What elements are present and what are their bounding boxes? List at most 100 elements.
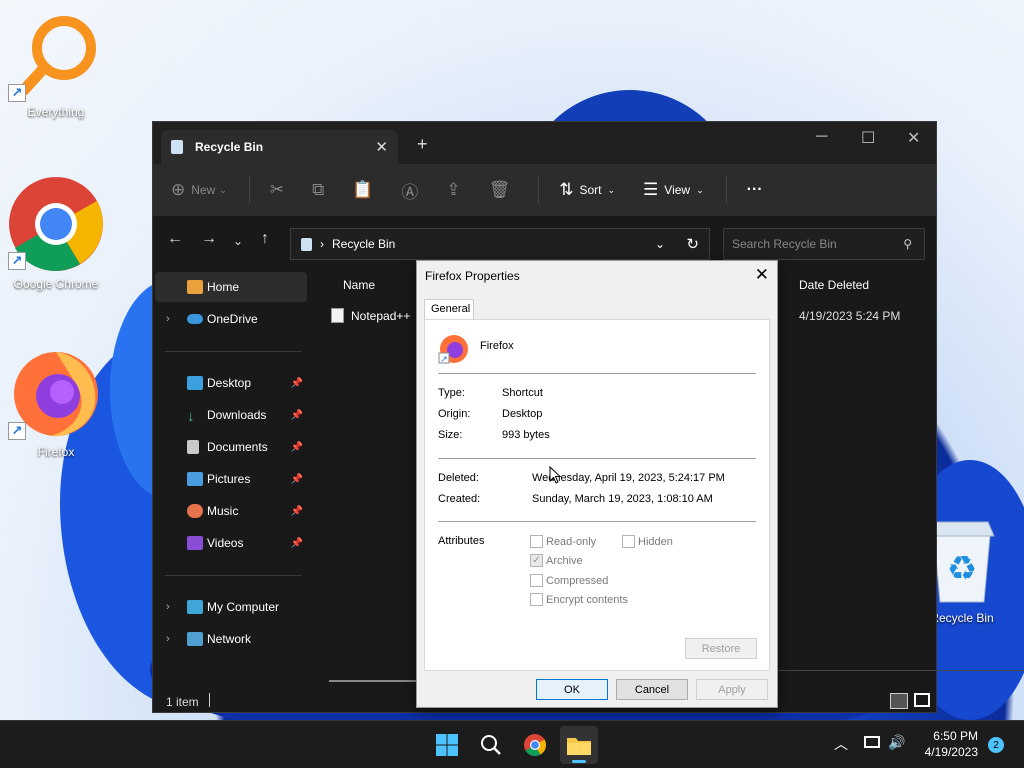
close-tab-icon[interactable]: ✕ <box>375 138 388 156</box>
pin-icon[interactable]: 📌 <box>291 442 303 453</box>
shortcut-arrow-icon: ↗ <box>8 252 26 270</box>
search-button[interactable] <box>477 731 505 759</box>
windows-logo-icon <box>436 734 458 756</box>
sidebar-item-pictures[interactable]: Pictures 📌 <box>155 464 307 494</box>
file-name: Notepad++ <box>351 309 411 323</box>
sort-button[interactable]: ⇅ Sort ⌄ <box>559 180 615 200</box>
notepad-file-icon <box>331 308 344 323</box>
origin-value: Desktop <box>502 408 543 420</box>
pin-icon[interactable]: 📌 <box>291 538 303 549</box>
new-tab-button[interactable]: + <box>417 134 428 155</box>
share-button[interactable]: ⇪ <box>446 180 466 200</box>
start-button[interactable] <box>433 731 461 759</box>
more-options-button[interactable]: ··· <box>747 181 763 199</box>
sidebar-item-my-computer[interactable]: › My Computer <box>155 592 307 622</box>
origin-label: Origin: <box>438 408 471 420</box>
up-arrow-icon[interactable]: ↑ <box>261 230 269 248</box>
chevron-right-icon[interactable]: › <box>166 633 170 645</box>
ok-button[interactable]: OK <box>536 679 608 700</box>
column-header-name[interactable]: Name <box>343 278 375 292</box>
sort-button-label: Sort <box>579 183 602 197</box>
cloud-icon <box>187 314 203 324</box>
checkbox-label: Compressed <box>546 574 609 587</box>
paste-button[interactable]: 📋 <box>352 180 379 200</box>
tab-general[interactable]: General <box>424 299 474 320</box>
cancel-button[interactable]: Cancel <box>616 679 688 700</box>
pin-icon[interactable]: 📌 <box>291 474 303 485</box>
type-value: Shortcut <box>502 387 543 399</box>
svg-text:♻: ♻ <box>947 549 977 589</box>
check-icon: ✓ <box>530 554 543 567</box>
readonly-checkbox[interactable]: Read-only <box>530 535 596 548</box>
network-icon <box>187 632 203 646</box>
chevron-right-icon[interactable]: › <box>166 313 170 325</box>
desktop-icon-everything[interactable]: ↗ Everything <box>6 10 106 119</box>
size-value: 993 bytes <box>502 429 550 441</box>
rename-icon: Ⓐ <box>401 182 419 202</box>
network-tray-icon[interactable] <box>864 736 880 748</box>
properties-dialog: Firefox Properties ✕ General ↗ Firefox T… <box>416 260 778 708</box>
created-value: Sunday, March 19, 2023, 1:08:10 AM <box>532 493 713 505</box>
search-input[interactable]: Search Recycle Bin ⚲ <box>723 228 925 260</box>
encrypt-checkbox[interactable]: Encrypt contents <box>530 593 628 606</box>
close-icon[interactable]: ✕ <box>755 265 769 285</box>
apply-button[interactable]: Apply <box>696 679 768 700</box>
recent-locations-chevron-icon[interactable]: ⌄ <box>233 234 243 248</box>
minimize-button[interactable]: ─ <box>816 128 827 146</box>
sidebar-item-documents[interactable]: Documents 📌 <box>155 432 307 462</box>
column-header-date-deleted[interactable]: Date Deleted <box>799 278 869 292</box>
toolbar-divider <box>725 176 727 204</box>
desktop-icon-label: Google Chrome <box>13 277 99 291</box>
breadcrumb[interactable]: Recycle Bin <box>332 237 395 251</box>
back-arrow-icon[interactable]: ← <box>167 230 183 248</box>
taskbar-file-explorer-button[interactable] <box>560 726 598 764</box>
active-indicator <box>572 760 586 763</box>
desktop-icon-label: Everything <box>27 105 85 119</box>
details-view-icon[interactable] <box>890 693 908 709</box>
shortcut-arrow-icon: ↗ <box>8 422 26 440</box>
forward-arrow-icon[interactable]: → <box>201 230 217 248</box>
tiles-view-icon[interactable] <box>914 693 930 707</box>
notification-badge[interactable]: 2 <box>988 737 1004 753</box>
sidebar-item-downloads[interactable]: ↓ Downloads 📌 <box>155 400 307 430</box>
tab-recycle-bin[interactable]: Recycle Bin ✕ <box>161 130 398 164</box>
desktop-icon-chrome[interactable]: ↗ Google Chrome <box>6 176 106 291</box>
show-hidden-icons-chevron[interactable]: ︿ <box>834 734 848 754</box>
sidebar-item-network[interactable]: › Network <box>155 624 307 654</box>
delete-button[interactable]: 🗑 <box>489 180 517 200</box>
view-button[interactable]: ☰ View ⌄ <box>643 180 704 200</box>
home-icon <box>187 280 203 294</box>
pin-icon[interactable]: 📌 <box>291 378 303 389</box>
sidebar-item-onedrive[interactable]: › OneDrive <box>155 304 307 334</box>
rename-button[interactable]: Ⓐ <box>401 178 424 203</box>
close-window-button[interactable]: ✕ <box>907 128 920 148</box>
pin-icon[interactable]: 📌 <box>291 506 303 517</box>
volume-icon[interactable]: 🔊 <box>888 734 905 751</box>
sidebar-item-music[interactable]: Music 📌 <box>155 496 307 526</box>
cut-button[interactable]: ✂ <box>270 180 290 200</box>
system-clock[interactable]: 6:50 PM 4/19/2023 <box>925 728 978 760</box>
horizontal-scrollbar[interactable] <box>329 680 419 682</box>
chevron-down-icon: ⌄ <box>696 184 704 195</box>
size-label: Size: <box>438 429 463 441</box>
sidebar-item-home[interactable]: Home <box>155 272 307 302</box>
address-dropdown-icon[interactable]: ⌄ <box>655 237 665 251</box>
restore-button[interactable]: Restore <box>685 638 757 659</box>
music-icon <box>187 504 203 518</box>
sidebar-item-videos[interactable]: Videos 📌 <box>155 528 307 558</box>
chevron-down-icon: ⌄ <box>219 184 227 195</box>
maximize-button[interactable]: ☐ <box>861 128 875 148</box>
chevron-right-icon[interactable]: › <box>166 601 170 613</box>
archive-checkbox[interactable]: ✓ Archive <box>530 554 583 567</box>
desktop-icon-firefox[interactable]: ↗ Firefox <box>6 346 106 459</box>
new-button[interactable]: ⊕ New ⌄ <box>171 180 227 200</box>
sidebar-item-desktop[interactable]: Desktop 📌 <box>155 368 307 398</box>
address-bar[interactable]: › Recycle Bin ⌄ ↻ <box>290 228 710 260</box>
pin-icon[interactable]: 📌 <box>291 410 303 421</box>
tab-title: Recycle Bin <box>195 140 264 154</box>
compressed-checkbox[interactable]: Compressed <box>530 574 608 587</box>
hidden-checkbox[interactable]: Hidden <box>622 535 673 548</box>
copy-button[interactable]: ⧉ <box>312 180 330 200</box>
taskbar-chrome-button[interactable] <box>521 731 549 759</box>
refresh-icon[interactable]: ↻ <box>686 235 699 253</box>
